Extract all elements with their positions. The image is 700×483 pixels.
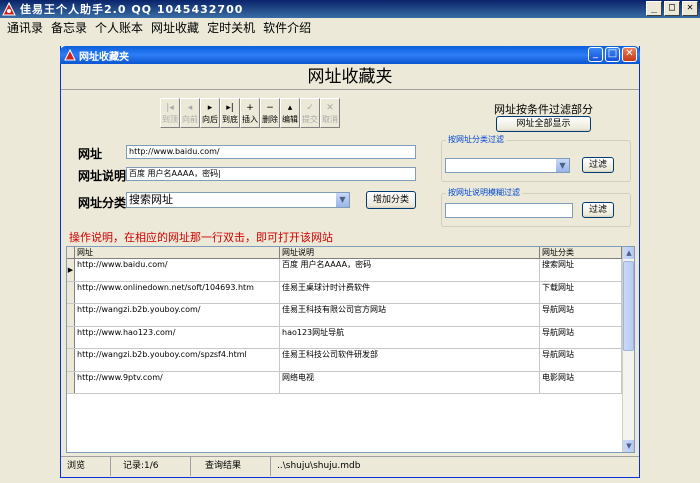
post-record-button[interactable]: ✓ 提交 xyxy=(300,98,320,128)
filter-desc-button[interactable]: 过滤 xyxy=(582,202,614,218)
column-header-category[interactable]: 网址分类 xyxy=(540,247,622,258)
app-close-button[interactable]: ✕ xyxy=(682,1,698,16)
edit-icon: ▴ xyxy=(287,103,293,113)
bookmark-grid[interactable]: 网址 网址说明 网址分类 ▶ http://www.baidu.com/ 百度 … xyxy=(66,246,635,453)
scroll-down-icon[interactable]: ▼ xyxy=(623,440,634,452)
app-minimize-button[interactable]: _ xyxy=(646,1,662,16)
current-row-indicator-icon: ▶ xyxy=(67,259,75,281)
check-icon: ✓ xyxy=(306,103,314,113)
status-record: 记录:1/6 xyxy=(111,457,191,476)
table-row[interactable]: http://www.9ptv.com/ 网络电视 电影网站 xyxy=(67,371,634,394)
insert-record-button[interactable]: + 插入 xyxy=(240,98,260,128)
last-icon: ▸| xyxy=(226,103,234,113)
chevron-down-icon[interactable]: ▼ xyxy=(555,159,569,172)
url-label: 网址 xyxy=(78,147,103,161)
next-record-button[interactable]: ▸ 向后 xyxy=(200,98,220,128)
menu-contacts[interactable]: 通讯录 xyxy=(3,18,47,38)
column-header-url[interactable]: 网址 xyxy=(75,247,280,258)
desc-input[interactable]: 百度 用户名AAAA，密码| xyxy=(126,167,416,181)
filter-desc-input[interactable] xyxy=(445,203,573,218)
app-maximize-button[interactable]: □ xyxy=(664,1,680,16)
minus-icon: − xyxy=(266,103,274,113)
status-mode: 浏览 xyxy=(61,457,111,476)
first-icon: |◂ xyxy=(166,103,174,113)
filter-category-button[interactable]: 过滤 xyxy=(582,157,614,173)
scroll-thumb[interactable] xyxy=(623,261,634,351)
status-db-path: ..\shuju\shuju.mdb xyxy=(277,461,361,471)
chevron-down-icon[interactable]: ▼ xyxy=(335,193,349,207)
desc-label: 网址说明 xyxy=(78,169,127,183)
app-title: 佳易王个人助手2.0 QQ 1045432700 xyxy=(20,3,244,16)
category-label: 网址分类 xyxy=(78,196,127,210)
status-bar: 浏览 记录:1/6 查询结果 ..\shuju\shuju.mdb xyxy=(61,456,639,476)
window-minimize-button[interactable]: _ xyxy=(588,47,603,62)
scroll-up-icon[interactable]: ▲ xyxy=(623,247,634,259)
first-record-button[interactable]: |◂ 到顶 xyxy=(160,98,180,128)
filter-by-category-group: 按网址分类过滤 ▼ 过滤 xyxy=(441,134,631,182)
menu-shutdown-timer[interactable]: 定时关机 xyxy=(203,18,259,38)
filter-by-desc-legend: 按网址说明模糊过滤 xyxy=(446,187,522,198)
table-row[interactable]: http://wangzi.b2b.youboy.com/spzsf4.html… xyxy=(67,349,634,372)
table-row[interactable]: http://www.hao123.com/ hao123网址导航 导航网站 xyxy=(67,326,634,349)
grid-header: 网址 网址说明 网址分类 xyxy=(67,247,634,259)
last-record-button[interactable]: ▸| 到底 xyxy=(220,98,240,128)
plus-icon: + xyxy=(246,103,254,113)
add-category-button[interactable]: 增加分类 xyxy=(366,191,416,209)
table-row[interactable]: ▶ http://www.baidu.com/ 百度 用户名AAAA，密码 搜索… xyxy=(67,259,634,282)
grid-vertical-scrollbar[interactable]: ▲ ▼ xyxy=(622,247,634,452)
window-close-button[interactable]: ✕ xyxy=(622,47,637,62)
filter-by-desc-group: 按网址说明模糊过滤 过滤 xyxy=(441,187,631,227)
prev-record-button[interactable]: ◂ 向前 xyxy=(180,98,200,128)
prev-icon: ◂ xyxy=(187,103,193,113)
table-row[interactable]: http://wangzi.b2b.youboy.com/ 佳易王科技有限公司官… xyxy=(67,304,634,327)
edit-record-button[interactable]: ▴ 编辑 xyxy=(280,98,300,128)
app-titlebar: 佳易王个人助手2.0 QQ 1045432700 _ □ ✕ xyxy=(0,0,700,18)
show-all-button[interactable]: 网址全部显示 xyxy=(496,116,591,132)
menu-bookmarks[interactable]: 网址收藏 xyxy=(147,18,203,38)
window-maximize-button[interactable]: □ xyxy=(605,47,620,62)
next-icon: ▸ xyxy=(207,103,213,113)
menu-memo[interactable]: 备忘录 xyxy=(47,18,91,38)
usage-notice: 操作说明，在相应的网址那一行双击，即可打开该网站 xyxy=(69,231,333,244)
window-titlebar[interactable]: 网址收藏夹 _ □ ✕ xyxy=(60,46,640,64)
filter-by-category-legend: 按网址分类过滤 xyxy=(446,134,506,145)
menu-ledger[interactable]: 个人账本 xyxy=(91,18,147,38)
menu-about[interactable]: 软件介绍 xyxy=(259,18,315,38)
delete-record-button[interactable]: − 删除 xyxy=(260,98,280,128)
filter-category-select[interactable]: ▼ xyxy=(445,158,570,173)
url-input[interactable]: http://www.baidu.com/ xyxy=(126,145,416,159)
column-header-desc[interactable]: 网址说明 xyxy=(280,247,540,258)
app-logo-icon xyxy=(2,2,16,16)
menu-bar: 通讯录 备忘录 个人账本 网址收藏 定时关机 软件介绍 xyxy=(0,18,700,38)
window-title: 网址收藏夹 xyxy=(79,51,129,63)
navigator-toolbar: |◂ 到顶 ◂ 向前 ▸ 向后 ▸| 到底 + 插入 − 删除 ▴ 编辑 ✓ 提 xyxy=(160,98,340,128)
status-result: 查询结果 xyxy=(191,457,271,476)
category-select[interactable]: 搜索网址 ▼ xyxy=(126,192,350,208)
bookmark-window: 网址收藏夹 _ □ ✕ 网址收藏夹 |◂ 到顶 ◂ 向前 ▸ 向后 ▸| 到底 … xyxy=(60,46,640,478)
window-heading: 网址收藏夹 xyxy=(61,64,639,90)
cancel-record-button[interactable]: ✕ 取消 xyxy=(320,98,340,128)
window-logo-icon xyxy=(64,49,76,61)
filter-section-title: 网址按条件过滤部分 xyxy=(494,103,593,116)
cancel-icon: ✕ xyxy=(326,103,334,113)
table-row[interactable]: http://www.onlinedown.net/soft/104693.ht… xyxy=(67,281,634,304)
